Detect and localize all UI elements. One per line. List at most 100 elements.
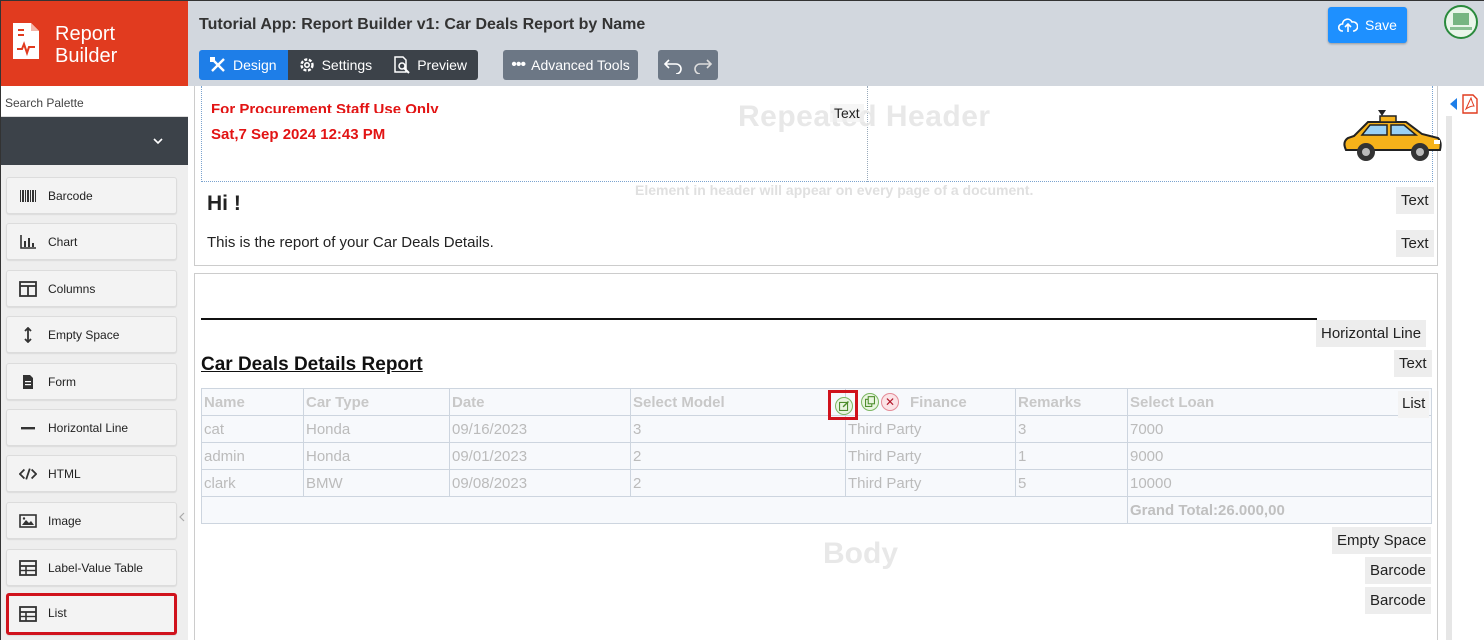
col-header: Remarks xyxy=(1015,388,1128,416)
repeated-header-section[interactable]: For Procurement Staff Use Only Sat,7 Sep… xyxy=(194,86,1442,266)
search-palette-input[interactable]: Search Palette xyxy=(1,86,188,117)
table-cell xyxy=(201,496,1128,524)
col-header: Car Type xyxy=(303,388,450,416)
sidebar: Report Builder Search Palette Barcode Ch… xyxy=(1,1,188,640)
edit-button-highlight[interactable] xyxy=(828,390,858,420)
tab-design[interactable]: Design xyxy=(199,50,288,80)
chevron-down-icon xyxy=(153,138,163,145)
palette-label: HTML xyxy=(48,467,81,481)
form-icon xyxy=(23,375,33,389)
table-cell: 10000 xyxy=(1127,469,1432,497)
report-canvas: For Procurement Staff Use Only Sat,7 Sep… xyxy=(188,86,1444,640)
scrollbar[interactable] xyxy=(1446,116,1452,640)
right-panel xyxy=(1444,86,1484,640)
table-cell: BMW xyxy=(303,469,450,497)
header-date-text[interactable]: Sat,7 Sep 2024 12:43 PM xyxy=(211,126,385,143)
palette-item-chart[interactable]: Chart xyxy=(6,223,177,260)
brand-title: Report Builder xyxy=(55,23,117,67)
palette-label: Horizontal Line xyxy=(48,421,129,435)
undo-icon[interactable] xyxy=(663,56,683,74)
palette-item-html[interactable]: HTML xyxy=(6,455,177,492)
header-columns[interactable]: For Procurement Staff Use Only Sat,7 Sep… xyxy=(201,86,1442,182)
text-element-tag[interactable]: Text xyxy=(1396,230,1434,257)
save-button[interactable]: Save xyxy=(1328,7,1407,43)
collapse-sidebar-handle[interactable] xyxy=(178,497,188,537)
palette-item-empty-space[interactable]: Empty Space xyxy=(6,316,177,353)
table-cell: 5 xyxy=(1015,469,1128,497)
car-image[interactable] xyxy=(1340,108,1444,164)
expand-left-arrow-icon[interactable] xyxy=(1450,98,1457,110)
columns-icon xyxy=(19,281,37,297)
text-element-tag[interactable]: Text xyxy=(1394,350,1432,377)
avatar[interactable] xyxy=(1444,5,1478,39)
barcode-tag[interactable]: Barcode xyxy=(1365,587,1431,614)
intro-text[interactable]: This is the report of your Car Deals Det… xyxy=(207,234,494,251)
undo-redo-group xyxy=(658,50,718,80)
table-cell: 1 xyxy=(1015,442,1128,470)
text-element-tag[interactable]: Text xyxy=(830,104,864,122)
empty-space-tag[interactable]: Empty Space xyxy=(1332,527,1432,554)
col-header: Select Loan xyxy=(1127,388,1432,416)
horizontal-line-element[interactable] xyxy=(201,318,1317,320)
advanced-tools-label: Advanced Tools xyxy=(531,57,630,73)
tab-preview-label: Preview xyxy=(417,57,467,73)
table-cell: 7000 xyxy=(1127,415,1432,443)
table-icon xyxy=(19,560,37,576)
table-cell: Honda xyxy=(303,442,450,470)
minus-icon xyxy=(21,427,35,430)
mode-tabs: Design Settings Preview xyxy=(199,50,478,80)
tab-preview[interactable]: Preview xyxy=(383,50,478,80)
palette-label: Chart xyxy=(48,235,78,249)
table-row: cat Honda 09/16/2023 3 Third Party 3 700… xyxy=(201,415,1432,443)
table-total-row: Grand Total:26.000,00 xyxy=(201,496,1432,524)
save-label: Save xyxy=(1365,17,1397,33)
palette-item-list[interactable]: List xyxy=(6,593,177,635)
barcode-icon xyxy=(20,190,36,202)
table-cell: Third Party xyxy=(845,469,1016,497)
palette-item-columns[interactable]: Columns xyxy=(6,270,177,307)
barcode-tag[interactable]: Barcode xyxy=(1365,557,1431,584)
delete-icon[interactable]: ✕ xyxy=(881,393,899,411)
design-tools-icon xyxy=(210,57,225,72)
list-table-icon xyxy=(19,606,37,622)
palette-item-form[interactable]: Form xyxy=(6,363,177,400)
palette-item-image[interactable]: Image xyxy=(6,502,177,539)
tab-settings[interactable]: Settings xyxy=(287,50,384,80)
table-cell: 3 xyxy=(1015,415,1128,443)
gear-icon xyxy=(299,58,314,72)
body-section[interactable]: Horizontal Line Car Deals Details Report… xyxy=(194,273,1438,640)
list-element-tag[interactable]: List xyxy=(1398,391,1430,418)
horizontal-line-tag[interactable]: Horizontal Line xyxy=(1316,320,1427,347)
copy-icon[interactable] xyxy=(861,393,879,411)
report-file-icon xyxy=(13,23,39,59)
palette-label: Label-Value Table xyxy=(48,561,143,575)
header-red-text[interactable]: For Procurement Staff Use Only xyxy=(211,101,439,113)
table-cell: 9000 xyxy=(1127,442,1432,470)
table-cell: Honda xyxy=(303,415,450,443)
chevron-left-icon xyxy=(179,512,185,522)
greeting-text[interactable]: Hi ! xyxy=(207,192,241,216)
advanced-tools-button[interactable]: ••• Advanced Tools xyxy=(503,50,638,80)
report-title-text[interactable]: Car Deals Details Report xyxy=(201,354,423,376)
palette-label: Columns xyxy=(48,282,96,296)
table-cell: clark xyxy=(201,469,304,497)
table-cell: 09/08/2023 xyxy=(449,469,631,497)
palette-item-label-value-table[interactable]: Label-Value Table xyxy=(6,549,177,586)
category-dropdown[interactable] xyxy=(1,117,188,165)
repeated-header-watermark: Repeated Header xyxy=(738,100,991,133)
image-icon xyxy=(19,514,37,528)
header-hint-text: Element in header will appear on every p… xyxy=(635,182,1034,198)
text-element-tag[interactable]: Text xyxy=(1396,187,1434,214)
palette-label: Form xyxy=(48,375,76,389)
brand: Report Builder xyxy=(1,1,188,86)
ellipsis-icon: ••• xyxy=(511,56,526,73)
palette-label: Empty Space xyxy=(48,328,120,342)
table-header-row: Name Car Type Date Select Model Finance … xyxy=(201,388,1432,416)
table-cell: Third Party xyxy=(845,442,1016,470)
redo-icon[interactable] xyxy=(693,56,713,74)
pdf-icon[interactable] xyxy=(1462,94,1478,114)
palette-item-barcode[interactable]: Barcode xyxy=(6,177,177,214)
palette-item-horizontal-line[interactable]: Horizontal Line xyxy=(6,409,177,446)
edit-icon[interactable] xyxy=(835,397,853,415)
list-table[interactable]: Name Car Type Date Select Model Finance … xyxy=(201,388,1432,524)
